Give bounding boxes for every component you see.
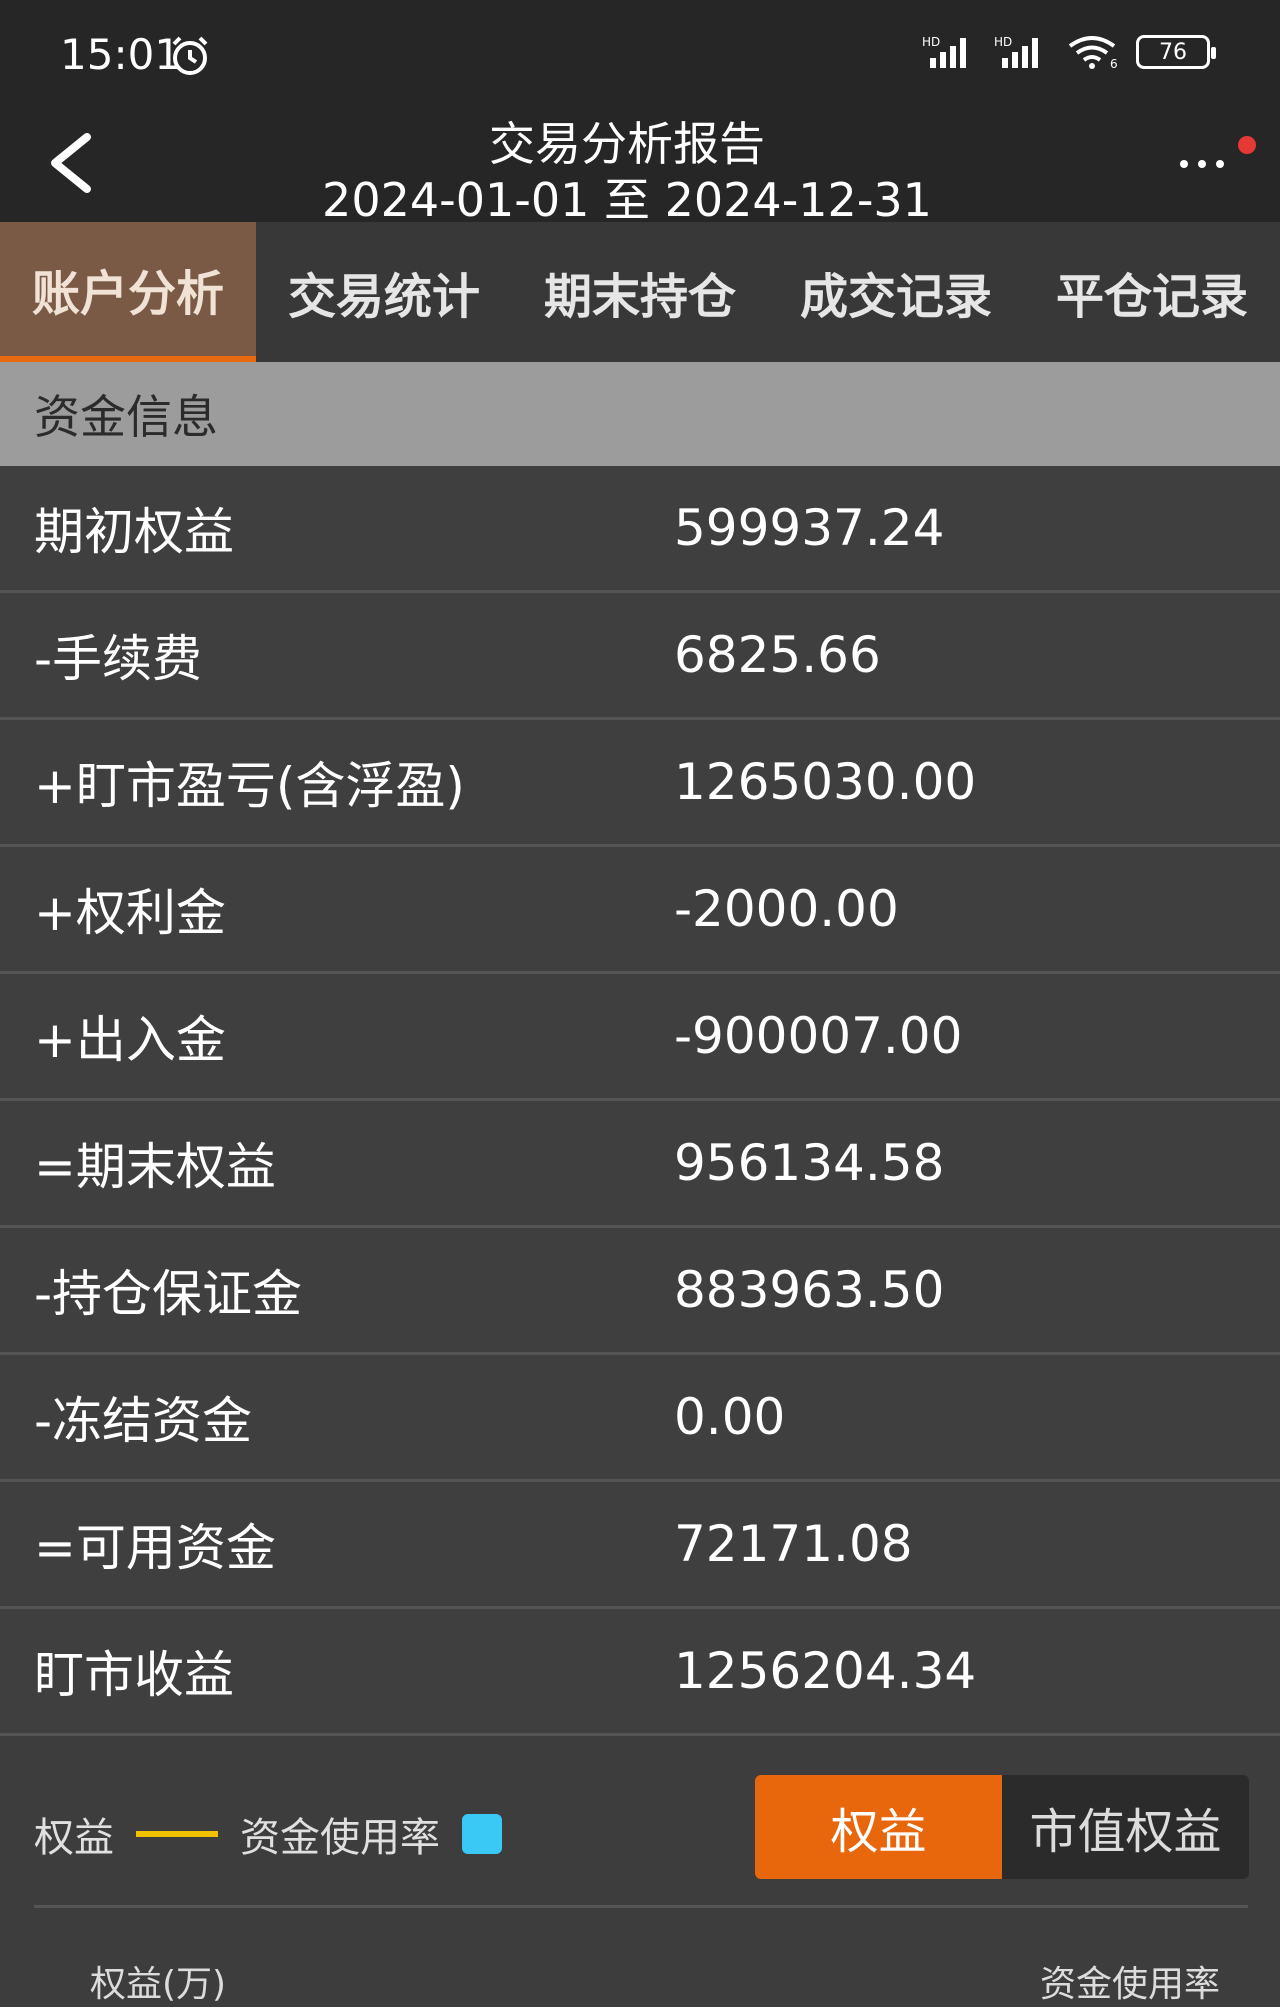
tab-trade-records[interactable]: 成交记录 <box>768 222 1024 362</box>
wifi-icon: 6 <box>1068 36 1118 70</box>
date-range: 2024-01-01 至 2024-12-31 <box>322 173 932 227</box>
row-value: 1265030.00 <box>674 753 977 811</box>
section-title: 资金信息 <box>0 362 1280 466</box>
status-icons: HD HD 6 76 <box>922 34 1216 70</box>
row-label: =期末权益 <box>34 1138 276 1196</box>
legend-usage-label: 资金使用率 <box>240 1815 440 1861</box>
fund-row-ending-equity: =期末权益 956134.58 <box>0 1101 1280 1228</box>
more-button[interactable] <box>1170 118 1260 198</box>
legend-usage-square-icon <box>462 1814 502 1854</box>
legend-equity-label: 权益 <box>34 1815 114 1861</box>
row-label: -手续费 <box>34 630 203 688</box>
row-value: 6825.66 <box>674 626 881 684</box>
row-value: 956134.58 <box>674 1134 945 1192</box>
signal-hd-label-2: HD <box>994 35 1012 49</box>
tab-bar: 账户分析 交易统计 期末持仓 成交记录 平仓记录 <box>0 222 1280 362</box>
chart-axis-left-label: 权益(万) <box>90 1964 227 2005</box>
notification-dot <box>1238 136 1256 154</box>
signal-hd-label: HD <box>922 35 940 49</box>
fund-row-frozen-funds: -冻结资金 0.00 <box>0 1355 1280 1482</box>
tab-close-records[interactable]: 平仓记录 <box>1024 222 1280 362</box>
divider <box>34 1905 1248 1908</box>
tab-ending-positions[interactable]: 期末持仓 <box>512 222 768 362</box>
tab-trade-statistics[interactable]: 交易统计 <box>256 222 512 362</box>
toggle-equity-button[interactable]: 权益 <box>755 1775 1002 1879</box>
tab-account-analysis[interactable]: 账户分析 <box>0 222 256 362</box>
fund-row-fees: -手续费 6825.66 <box>0 593 1280 720</box>
wifi-badge: 6 <box>1110 57 1118 70</box>
row-label: +盯市盈亏(含浮盈) <box>34 757 465 815</box>
row-value: -2000.00 <box>674 880 899 938</box>
more-icon <box>1180 160 1224 168</box>
alarm-icon <box>172 36 208 75</box>
fund-row-mtm-pnl: +盯市盈亏(含浮盈) 1265030.00 <box>0 720 1280 847</box>
status-time: 15:01 <box>60 30 182 79</box>
row-label: =可用资金 <box>34 1519 276 1577</box>
fund-row-mtm-income: 盯市收益 1256204.34 <box>0 1609 1280 1736</box>
row-value: 1256204.34 <box>674 1642 977 1700</box>
row-value: -900007.00 <box>674 1007 963 1065</box>
equity-toggle: 权益 市值权益 <box>755 1775 1249 1879</box>
fund-row-available-funds: =可用资金 72171.08 <box>0 1482 1280 1609</box>
signal-icon: HD <box>922 35 966 68</box>
fund-row-premium: +权利金 -2000.00 <box>0 847 1280 974</box>
fund-info-list: 期初权益 599937.24 -手续费 6825.66 +盯市盈亏(含浮盈) 1… <box>0 466 1280 1736</box>
battery-icon: 76 <box>1136 35 1216 69</box>
signal-icon-2: HD <box>994 35 1038 68</box>
chart-controls: 权益 资金使用率 权益 市值权益 权益(万) 资金使用率 <box>0 1745 1280 2005</box>
row-value: 0.00 <box>674 1388 786 1446</box>
row-label: -冻结资金 <box>34 1392 253 1450</box>
row-value: 883963.50 <box>674 1261 945 1319</box>
row-label: 盯市收益 <box>34 1646 234 1704</box>
row-label: +出入金 <box>34 1011 226 1069</box>
fund-row-deposit-withdrawal: +出入金 -900007.00 <box>0 974 1280 1101</box>
chart-axis-right-label: 资金使用率 <box>1039 1964 1220 2005</box>
header: 交易分析报告 2024-01-01 至 2024-12-31 <box>0 108 1280 227</box>
chart-legend: 权益 资金使用率 <box>34 1805 502 1863</box>
row-label: 期初权益 <box>34 503 234 561</box>
row-label: -持仓保证金 <box>34 1265 303 1323</box>
legend-equity-line-icon <box>136 1831 218 1837</box>
toggle-market-equity-button[interactable]: 市值权益 <box>1002 1775 1249 1879</box>
status-bar: 15:01 HD HD 6 76 <box>0 0 1280 108</box>
fund-row-position-margin: -持仓保证金 883963.50 <box>0 1228 1280 1355</box>
row-label: +权利金 <box>34 884 226 942</box>
fund-row-initial-equity: 期初权益 599937.24 <box>0 466 1280 593</box>
row-value: 599937.24 <box>674 499 945 557</box>
row-value: 72171.08 <box>674 1515 913 1573</box>
